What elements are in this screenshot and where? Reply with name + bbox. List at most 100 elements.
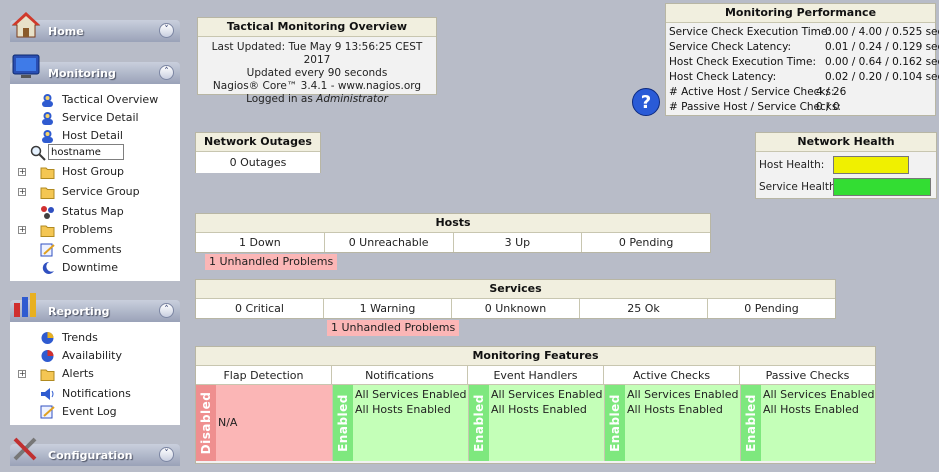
home-icon bbox=[11, 12, 41, 38]
perf-label: Service Check Execution Time: bbox=[669, 26, 831, 38]
chevron-up-icon[interactable]: ˄ bbox=[159, 303, 174, 318]
panel-title: Monitoring Features bbox=[196, 347, 875, 366]
sidebar-configuration-header[interactable]: Configuration ˅ bbox=[10, 437, 180, 466]
feature-event-handlers[interactable]: Enabled All Services Enabled All Hosts E… bbox=[468, 385, 604, 461]
user-icon bbox=[42, 94, 53, 107]
sidebar-reporting-header[interactable]: Reporting ˄ bbox=[10, 293, 180, 322]
feature-header-event-handlers: Event Handlers bbox=[468, 366, 604, 385]
username: Administrator bbox=[316, 93, 388, 105]
hosts-down[interactable]: 1 Down bbox=[196, 233, 325, 252]
sidebar-reporting-menu: Trends Availability + Alerts Notificatio… bbox=[10, 322, 180, 425]
moon-icon bbox=[42, 261, 54, 274]
network-outages-panel: Network Outages 0 Outages bbox=[195, 132, 321, 173]
feature-status: All Hosts Enabled bbox=[355, 403, 451, 416]
services-pending[interactable]: 0 Pending bbox=[708, 299, 835, 318]
enabled-badge: Enabled bbox=[605, 385, 625, 461]
folder-icon bbox=[40, 167, 55, 179]
sidebar-home-header[interactable]: Home ˅ bbox=[10, 12, 180, 42]
sidebar-item-label: Host Group bbox=[62, 165, 125, 178]
services-panel: Services 0 Critical 1 Warning 0 Unknown … bbox=[195, 279, 836, 319]
sidebar-item-label: Tactical Overview bbox=[62, 93, 159, 106]
sidebar-item-label: Event Log bbox=[62, 405, 117, 418]
enabled-badge: Enabled bbox=[333, 385, 353, 461]
outages-count[interactable]: 0 Outages bbox=[196, 152, 320, 173]
services-unknown[interactable]: 0 Unknown bbox=[452, 299, 580, 318]
chevron-down-icon[interactable]: ˅ bbox=[159, 447, 174, 462]
host-health-label: Host Health: bbox=[759, 159, 825, 171]
expand-icon[interactable]: + bbox=[18, 168, 26, 176]
perf-value: 0.00 / 0.64 / 0.162 sec bbox=[825, 56, 939, 68]
enabled-badge: Enabled bbox=[741, 385, 761, 461]
comment-pencil-icon bbox=[40, 243, 55, 257]
pie-chart-icon bbox=[41, 332, 54, 344]
perf-label: Host Check Execution Time: bbox=[669, 56, 816, 68]
monitoring-features-panel: Monitoring Features Flap Detection Disab… bbox=[195, 346, 876, 464]
help-icon[interactable]: ? bbox=[631, 87, 661, 117]
chevron-down-icon[interactable]: ˅ bbox=[159, 23, 174, 38]
feature-notifications[interactable]: Enabled All Services Enabled All Hosts E… bbox=[332, 385, 468, 461]
panel-title: Network Outages bbox=[196, 133, 320, 152]
monitoring-performance-panel: Monitoring Performance Service Check Exe… bbox=[665, 3, 939, 116]
host-health-bar bbox=[833, 156, 909, 174]
sidebar-item-label: Status Map bbox=[62, 205, 124, 218]
hosts-pending[interactable]: 0 Pending bbox=[582, 233, 710, 252]
sidebar-item-label: Host Detail bbox=[62, 129, 123, 142]
hosts-up[interactable]: 3 Up bbox=[453, 233, 583, 252]
version-text: Nagios® Core™ 3.4.1 - www.nagios.org bbox=[212, 80, 422, 92]
perf-value: 0 / 0 bbox=[816, 101, 840, 113]
sidebar-item-label: Service Detail bbox=[62, 111, 139, 124]
services-warning[interactable]: 1 Warning bbox=[324, 299, 452, 318]
sidebar-home-label: Home bbox=[48, 25, 84, 38]
perf-value: 0.01 / 0.24 / 0.129 sec bbox=[825, 41, 939, 53]
pie-chart-icon bbox=[41, 350, 54, 362]
feature-status: All Hosts Enabled bbox=[763, 403, 859, 416]
services-critical[interactable]: 0 Critical bbox=[196, 299, 324, 318]
feature-flap-detection[interactable]: Disabled N/A bbox=[196, 385, 332, 461]
panel-title: Services bbox=[196, 280, 835, 299]
expand-icon[interactable]: + bbox=[18, 226, 26, 234]
speaker-icon bbox=[41, 388, 54, 400]
search-input[interactable] bbox=[48, 144, 124, 160]
perf-value: 0.02 / 0.20 / 0.104 sec bbox=[825, 71, 939, 83]
hosts-unhandled-problems[interactable]: 1 Unhandled Problems bbox=[205, 254, 338, 270]
tools-icon bbox=[13, 437, 37, 461]
user-icon bbox=[42, 112, 53, 125]
hosts-panel: Hosts 1 Down 0 Unreachable 3 Up 0 Pendin… bbox=[195, 213, 711, 253]
panel-title: Hosts bbox=[196, 214, 710, 233]
sidebar-monitoring-label: Monitoring bbox=[48, 67, 116, 80]
expand-icon[interactable]: + bbox=[18, 370, 26, 378]
feature-status: All Services Enabled bbox=[763, 388, 875, 401]
hosts-unreachable[interactable]: 0 Unreachable bbox=[324, 233, 454, 252]
feature-status: All Hosts Enabled bbox=[627, 403, 723, 416]
feature-header-active-checks: Active Checks bbox=[604, 366, 740, 385]
perf-label: Service Check Latency: bbox=[669, 41, 792, 53]
feature-active-checks[interactable]: Enabled All Services Enabled All Hosts E… bbox=[604, 385, 740, 461]
feature-status: All Services Enabled bbox=[491, 388, 603, 401]
network-health-panel: Network Health Host Health: Service Heal… bbox=[755, 132, 937, 199]
folder-icon bbox=[40, 225, 55, 237]
network-map-icon bbox=[41, 206, 54, 219]
feature-status: N/A bbox=[218, 416, 238, 429]
sidebar-monitoring-header[interactable]: Monitoring ˄ bbox=[10, 54, 180, 84]
enabled-badge: Enabled bbox=[469, 385, 489, 461]
log-pencil-icon bbox=[40, 405, 55, 419]
perf-value: 4 / 26 bbox=[816, 86, 847, 98]
expand-icon[interactable]: + bbox=[18, 188, 26, 196]
chevron-up-icon[interactable]: ˄ bbox=[159, 65, 174, 80]
search-icon bbox=[30, 145, 46, 161]
sidebar-item-label: Availability bbox=[62, 349, 122, 362]
sidebar-monitoring-menu: Tactical Overview Service Detail Host De… bbox=[10, 84, 180, 281]
feature-status: All Services Enabled bbox=[355, 388, 467, 401]
services-ok[interactable]: 25 Ok bbox=[580, 299, 708, 318]
perf-label: Host Check Latency: bbox=[669, 71, 777, 83]
last-updated: Last Updated: Tue May 9 13:56:25 CEST 20… bbox=[211, 41, 423, 66]
monitor-icon bbox=[12, 54, 40, 78]
perf-label: # Active Host / Service Checks: bbox=[669, 86, 835, 98]
perf-value: 0.00 / 4.00 / 0.525 sec bbox=[825, 26, 939, 38]
sidebar-configuration-label: Configuration bbox=[48, 449, 133, 462]
panel-title: Tactical Monitoring Overview bbox=[198, 18, 436, 37]
services-unhandled-problems[interactable]: 1 Unhandled Problems bbox=[327, 320, 460, 336]
sidebar-item-label: Service Group bbox=[62, 185, 140, 198]
user-icon bbox=[42, 130, 53, 143]
feature-passive-checks[interactable]: Enabled All Services Enabled All Hosts E… bbox=[740, 385, 875, 461]
